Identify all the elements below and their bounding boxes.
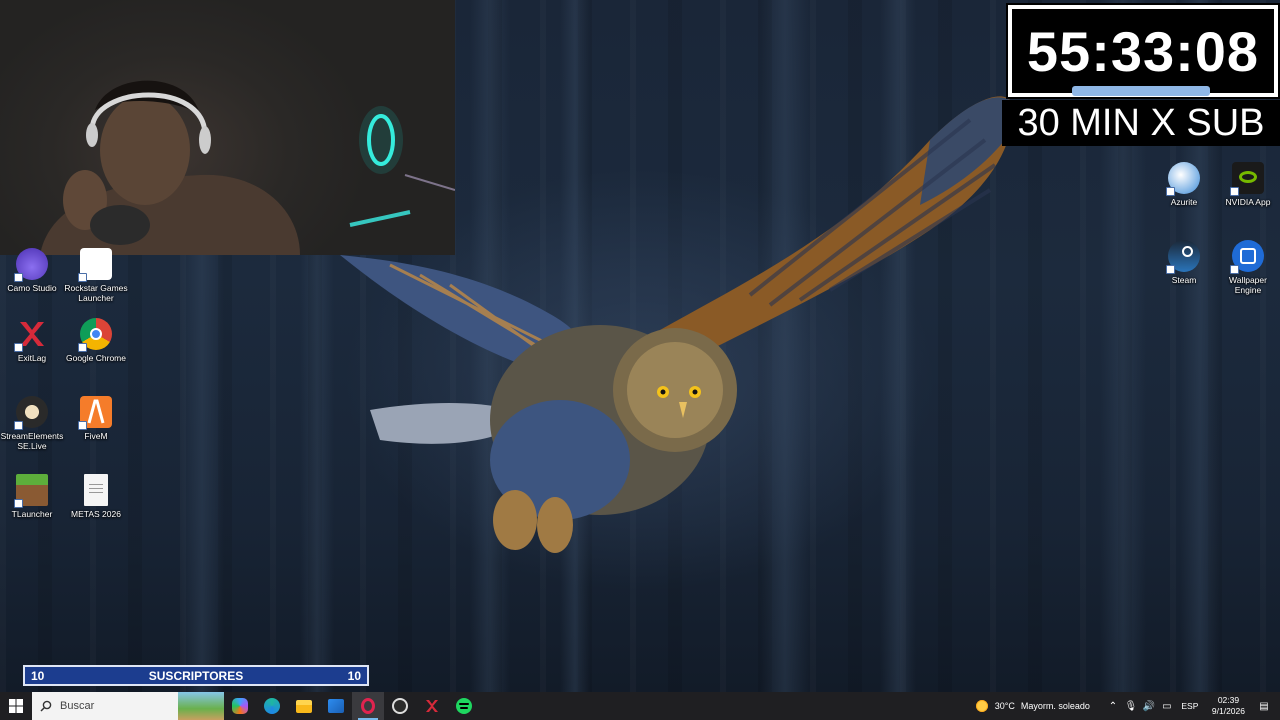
taskbar-copilot[interactable] — [224, 692, 256, 720]
steam-icon — [1166, 240, 1200, 274]
desktop-icon-nvidia-app[interactable]: NVIDIA App — [1216, 162, 1280, 207]
file-explorer-icon — [296, 699, 312, 713]
search-icon — [40, 700, 52, 712]
subscriber-left-count: 10 — [31, 668, 45, 683]
desktop-icon-fivem[interactable]: FiveM — [64, 396, 128, 441]
desktop-icon-steam[interactable]: Steam — [1152, 240, 1216, 285]
nvidia-icon — [1230, 162, 1264, 196]
chrome-icon — [78, 318, 112, 352]
taskbar-opera-gx[interactable] — [352, 692, 384, 720]
desktop-icon-exitlag[interactable]: ExitLag — [0, 318, 64, 363]
desktop-icon-camo-studio[interactable]: Camo Studio — [0, 248, 64, 293]
desktop-icon-streamelements[interactable]: StreamElements SE.Live — [0, 396, 64, 451]
system-tray: 30°C Mayorm. soleado ⌃ 🎙 🔊 ▭ ESP 02:39 9… — [974, 692, 1280, 720]
timer-subtitle: 30 MIN X SUB — [1002, 100, 1280, 146]
taskbar-search[interactable]: Buscar — [32, 692, 224, 720]
text-file-icon — [84, 474, 108, 506]
desktop-icon-metas-2026[interactable]: METAS 2026 — [64, 474, 128, 519]
webcam-overlay — [0, 0, 455, 255]
search-highlight-image — [178, 692, 224, 720]
timer-value: 55:33:08 — [1026, 19, 1260, 83]
taskbar-spotify[interactable] — [448, 692, 480, 720]
exitlag-icon — [14, 318, 48, 352]
desktop-icon-rockstar-games-launcher[interactable]: Rockstar Games Launcher — [64, 248, 128, 303]
weather-condition: Mayorm. soleado — [1020, 701, 1090, 711]
start-button[interactable] — [0, 692, 32, 720]
network-icon[interactable]: ▭ — [1159, 701, 1175, 712]
opera-gx-icon — [361, 698, 375, 714]
fivem-icon — [78, 396, 112, 430]
taskbar-obs[interactable] — [384, 692, 416, 720]
desktop-icon-label: Steam — [1171, 275, 1197, 285]
azurite-icon — [1166, 162, 1200, 196]
language-indicator[interactable]: ESP — [1177, 701, 1203, 711]
taskbar-clock[interactable]: 02:39 9/1/2026 — [1212, 695, 1245, 717]
desktop-icon-google-chrome[interactable]: Google Chrome — [64, 318, 128, 363]
subscriber-label: SUSCRIPTORES — [148, 668, 244, 683]
taskbar-exitlag[interactable] — [416, 692, 448, 720]
weather-temp: 30°C — [994, 701, 1015, 711]
desktop-icon-azurite[interactable]: Azurite — [1152, 162, 1216, 207]
desktop-icon-label: Wallpaper Engine — [1229, 275, 1267, 295]
desktop-icon-label: Camo Studio — [7, 283, 57, 293]
volume-icon[interactable]: 🔊 — [1141, 701, 1157, 712]
obs-icon — [392, 698, 408, 714]
desktop-icon-label: StreamElements SE.Live — [0, 431, 64, 451]
streamelements-icon — [14, 396, 48, 430]
desktop-icon-label: Rockstar Games Launcher — [64, 283, 128, 303]
taskbar-file-explorer[interactable] — [288, 692, 320, 720]
rockstar-icon — [78, 248, 112, 282]
camo-icon — [14, 248, 48, 282]
desktop-icon-label: Azurite — [1170, 197, 1198, 207]
chevron-up-icon[interactable]: ⌃ — [1105, 701, 1121, 712]
tlauncher-icon — [14, 474, 48, 508]
clock-date: 9/1/2026 — [1211, 706, 1245, 716]
clock-time: 02:39 — [1217, 695, 1240, 705]
desktop-icon-label: FiveM — [84, 431, 108, 441]
sun-cloud-icon — [974, 699, 989, 713]
timer-bottom-bar — [1072, 86, 1210, 96]
search-placeholder: Buscar — [60, 700, 95, 712]
taskbar-edge[interactable] — [256, 692, 288, 720]
notification-icon[interactable]: ▤ — [1256, 701, 1272, 712]
weather-widget[interactable]: 30°C Mayorm. soleado — [974, 699, 1090, 713]
spotify-icon — [456, 698, 472, 714]
desktop-icon-tlauncher[interactable]: TLauncher — [0, 474, 64, 519]
desktop-icon-label: ExitLag — [17, 353, 47, 363]
desktop-icon-label: METAS 2026 — [71, 509, 121, 519]
subathon-timer: 55:33:08 — [1006, 3, 1280, 99]
taskbar-mail[interactable] — [320, 692, 352, 720]
microphone-icon[interactable]: 🎙 — [1123, 701, 1139, 712]
windows-icon — [9, 699, 23, 713]
desktop-icon-label: NVIDIA App — [1225, 197, 1271, 207]
wallpaper-engine-icon — [1230, 240, 1264, 274]
desktop-icon-label: TLauncher — [11, 509, 53, 519]
subscriber-counter: 10 SUSCRIPTORES 10 — [23, 665, 369, 686]
taskbar: Buscar 30°C Mayorm. soleado ⌃ 🎙 🔊 ▭ ESP … — [0, 692, 1280, 720]
copilot-icon — [232, 698, 248, 714]
mail-icon — [328, 699, 344, 713]
exitlag-icon — [426, 700, 438, 712]
desktop-icon-label: Google Chrome — [65, 353, 126, 363]
desktop-icon-wallpaper-engine[interactable]: Wallpaper Engine — [1216, 240, 1280, 295]
subscriber-right-count: 10 — [347, 668, 361, 683]
edge-icon — [264, 698, 280, 714]
